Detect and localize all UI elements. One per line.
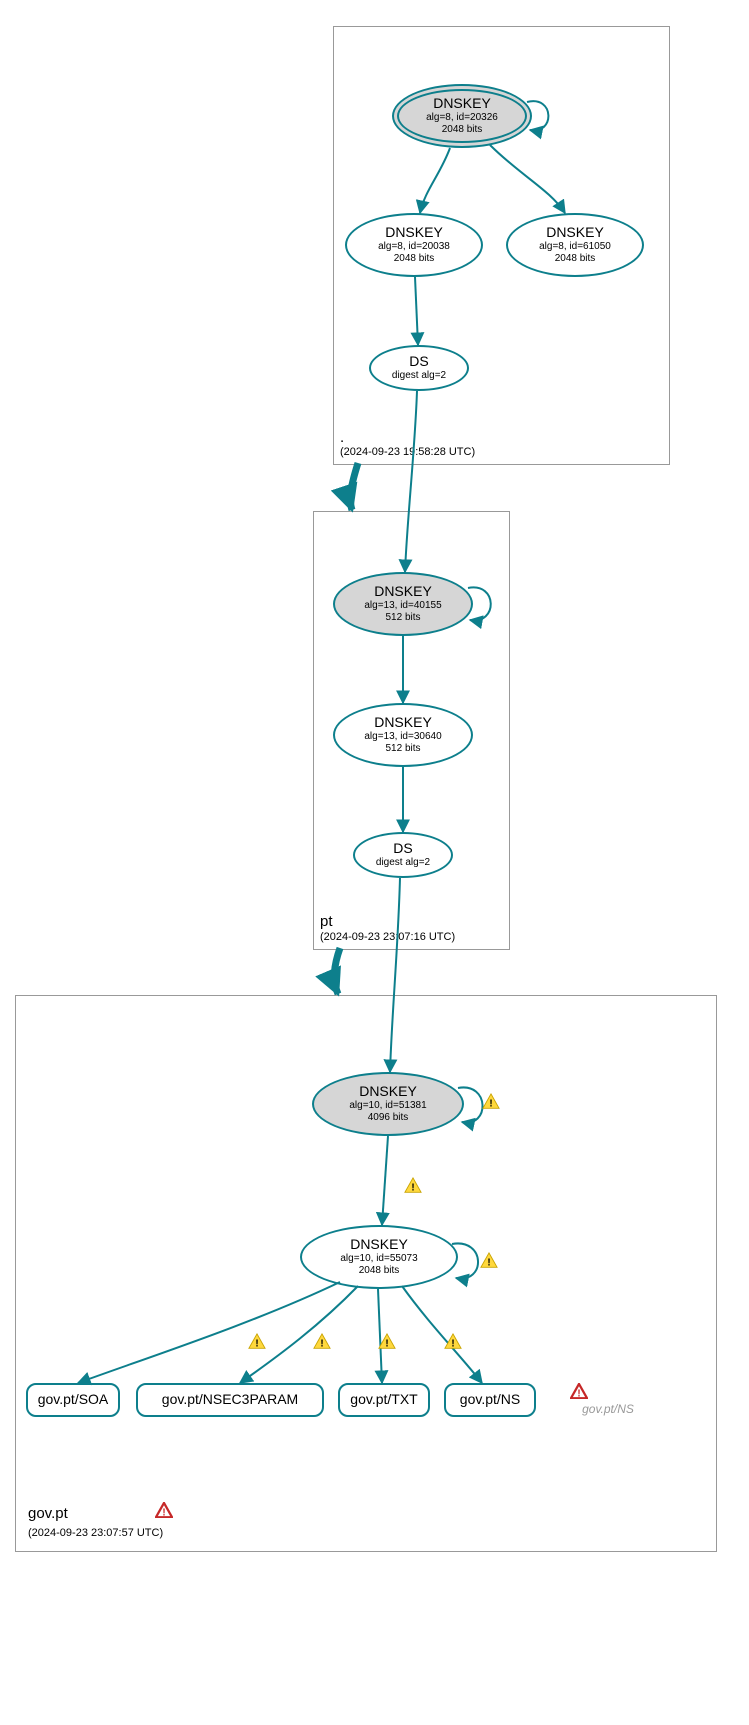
svg-text:!: ! (577, 1388, 580, 1399)
dnskey-root-zsk1: DNSKEY alg=8, id=20038 2048 bits (345, 213, 483, 277)
zone-pt-ts: (2024-09-23 23:07:16 UTC) (320, 931, 455, 943)
warning-icon: ! (444, 1333, 462, 1349)
rr-label: gov.pt/TXT (350, 1392, 417, 1407)
zone-root-ts: (2024-09-23 19:58:28 UTC) (340, 446, 475, 458)
node-line2: 2048 bits (555, 253, 596, 265)
rr-label: gov.pt/NS (460, 1392, 520, 1407)
error-icon: ! (570, 1383, 588, 1399)
node-line2: 4096 bits (368, 1112, 409, 1124)
svg-text:!: ! (411, 1182, 414, 1193)
node-line2: 2048 bits (359, 1265, 400, 1277)
warning-icon: ! (404, 1177, 422, 1193)
dnskey-pt-zsk: DNSKEY alg=13, id=30640 512 bits (333, 703, 473, 767)
warning-icon: ! (248, 1333, 266, 1349)
node-title: DNSKEY (359, 1084, 417, 1099)
zone-root-label: . (340, 429, 344, 446)
rr-txt: gov.pt/TXT (338, 1383, 430, 1417)
node-line1: alg=8, id=61050 (539, 241, 611, 253)
node-title: DNSKEY (374, 715, 432, 730)
rr-ns: gov.pt/NS (444, 1383, 536, 1417)
svg-text:!: ! (451, 1338, 454, 1349)
node-line1: alg=13, id=40155 (364, 600, 441, 612)
node-line2: 2048 bits (442, 124, 483, 136)
ds-root: DS digest alg=2 (369, 345, 469, 391)
svg-text:!: ! (489, 1098, 492, 1109)
warning-icon: ! (313, 1333, 331, 1349)
node-line2: 512 bits (385, 612, 420, 624)
dnskey-root-zsk2: DNSKEY alg=8, id=61050 2048 bits (506, 213, 644, 277)
warning-icon: ! (378, 1333, 396, 1349)
warning-icon: ! (482, 1093, 500, 1109)
zone-gov-ts: (2024-09-23 23:07:57 UTC) (28, 1527, 163, 1539)
node-title: DS (393, 841, 412, 856)
node-line1: alg=10, id=51381 (349, 1100, 426, 1112)
warning-icon: ! (480, 1252, 498, 1268)
dnskey-pt-ksk: DNSKEY alg=13, id=40155 512 bits (333, 572, 473, 636)
node-title: DNSKEY (433, 96, 491, 111)
node-line1: digest alg=2 (376, 857, 430, 869)
svg-text:!: ! (320, 1338, 323, 1349)
node-line1: alg=10, id=55073 (340, 1253, 417, 1265)
node-line1: alg=8, id=20326 (426, 112, 498, 124)
node-title: DS (409, 354, 428, 369)
rr-label: gov.pt/SOA (38, 1392, 109, 1407)
svg-text:!: ! (162, 1507, 165, 1518)
ds-pt: DS digest alg=2 (353, 832, 453, 878)
svg-text:!: ! (255, 1338, 258, 1349)
svg-text:!: ! (487, 1257, 490, 1268)
dnskey-gov-zsk: DNSKEY alg=10, id=55073 2048 bits (300, 1225, 458, 1289)
zone-pt-label: pt (320, 913, 333, 930)
zone-gov-label: gov.pt (28, 1505, 68, 1522)
dnskey-root-ksk: DNSKEY alg=8, id=20326 2048 bits (392, 84, 532, 148)
node-title: DNSKEY (546, 225, 604, 240)
node-line1: digest alg=2 (392, 370, 446, 382)
dnskey-gov-ksk: DNSKEY alg=10, id=51381 4096 bits (312, 1072, 464, 1136)
rr-label: gov.pt/NSEC3PARAM (162, 1392, 298, 1407)
svg-text:!: ! (385, 1338, 388, 1349)
error-icon: ! (155, 1502, 173, 1518)
rr-soa: gov.pt/SOA (26, 1383, 120, 1417)
node-line1: alg=8, id=20038 (378, 241, 450, 253)
ghost-ns: gov.pt/NS (573, 1402, 643, 1416)
node-line1: alg=13, id=30640 (364, 731, 441, 743)
node-title: DNSKEY (374, 584, 432, 599)
rr-nsec3param: gov.pt/NSEC3PARAM (136, 1383, 324, 1417)
node-line2: 2048 bits (394, 253, 435, 265)
node-line2: 512 bits (385, 743, 420, 755)
node-title: DNSKEY (385, 225, 443, 240)
node-title: DNSKEY (350, 1237, 408, 1252)
